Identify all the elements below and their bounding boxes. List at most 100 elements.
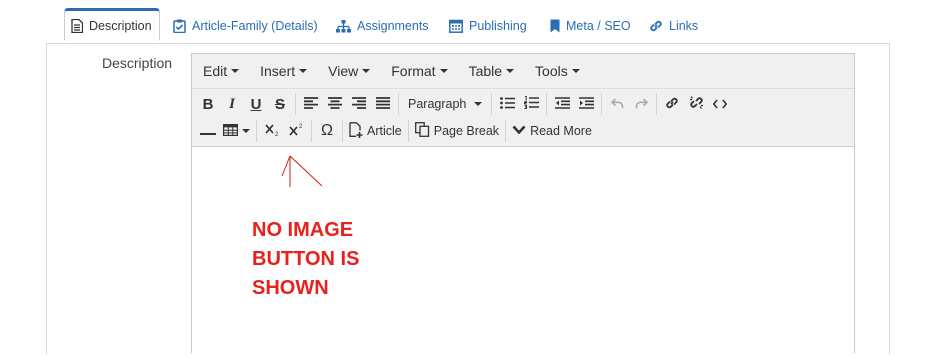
- table-button[interactable]: [220, 119, 253, 143]
- redo-button[interactable]: [629, 92, 653, 116]
- annotation-line: BUTTON IS: [252, 248, 360, 270]
- paragraph-format-select[interactable]: Paragraph: [402, 92, 488, 116]
- chevron-down-icon: [439, 69, 448, 73]
- subscript-icon: 2: [264, 123, 280, 139]
- arrow-up-icon: [281, 155, 323, 187]
- undo-icon: [610, 97, 624, 112]
- toolbar-divider: [491, 93, 492, 115]
- code-icon: [712, 97, 728, 112]
- tab-label: Publishing: [469, 19, 527, 33]
- clipboard-check-icon: [173, 19, 186, 33]
- superscript-icon: 2: [288, 123, 304, 139]
- menu-format[interactable]: Format: [380, 63, 457, 79]
- editor-toolbar: B I U S Paragraph 2 2 Ω Article Page Bre…: [192, 89, 854, 147]
- chevron-down-icon: [571, 69, 580, 73]
- chevron-down-icon: [506, 69, 515, 73]
- tab-links[interactable]: Links: [649, 8, 698, 44]
- copy-icon: [414, 122, 430, 140]
- file-plus-icon: [349, 121, 363, 141]
- remove-link-button[interactable]: [684, 92, 708, 116]
- tab-meta-seo[interactable]: Meta / SEO: [550, 8, 631, 44]
- indent-button[interactable]: [574, 92, 598, 116]
- outdent-button[interactable]: [550, 92, 574, 116]
- toolbar-divider: [342, 120, 343, 142]
- chevron-down-icon: [242, 129, 250, 133]
- horizontal-line-button[interactable]: [196, 119, 220, 143]
- undo-button[interactable]: [605, 92, 629, 116]
- numbered-list-icon: [523, 96, 539, 112]
- bullet-list-icon: [499, 96, 515, 112]
- source-code-button[interactable]: [708, 92, 732, 116]
- tab-bar: Description Article-Family (Details) Ass…: [46, 8, 888, 44]
- table-icon: [223, 123, 239, 139]
- editor-menubar: Edit Insert View Format Table Tools: [192, 54, 854, 89]
- align-justify-button[interactable]: [371, 92, 395, 116]
- tab-description[interactable]: Description: [64, 8, 160, 41]
- read-more-button[interactable]: Read More: [509, 119, 595, 143]
- toolbar-divider: [311, 120, 312, 142]
- underline-button[interactable]: U: [244, 92, 268, 116]
- menu-insert[interactable]: Insert: [249, 63, 317, 79]
- toolbar-divider: [656, 93, 657, 115]
- chevron-down-icon: [474, 102, 482, 106]
- insert-article-button[interactable]: Article: [346, 119, 405, 143]
- toolbar-divider: [407, 120, 409, 142]
- tab-label: Meta / SEO: [566, 19, 631, 33]
- chevron-down-icon: [299, 69, 308, 73]
- outdent-icon: [554, 96, 570, 112]
- numbered-list-button[interactable]: [519, 92, 543, 116]
- chevron-down-icon: [512, 124, 526, 138]
- bullet-list-button[interactable]: [495, 92, 519, 116]
- omega-icon: Ω: [321, 122, 333, 139]
- menu-tools[interactable]: Tools: [524, 63, 590, 79]
- svg-text:2: 2: [299, 124, 303, 130]
- bookmark-icon: [550, 19, 560, 33]
- link-icon: [649, 19, 663, 33]
- insert-link-button[interactable]: [660, 92, 684, 116]
- calendar-icon: [449, 19, 463, 33]
- subscript-button[interactable]: 2: [260, 119, 284, 143]
- tab-publishing[interactable]: Publishing: [449, 8, 527, 44]
- align-right-icon: [352, 96, 366, 112]
- align-left-button[interactable]: [299, 92, 323, 116]
- align-justify-icon: [376, 96, 390, 112]
- menu-view[interactable]: View: [317, 63, 380, 79]
- menu-table[interactable]: Table: [458, 63, 524, 79]
- unlink-icon: [689, 95, 704, 113]
- indent-icon: [578, 96, 594, 112]
- document-icon: [71, 18, 83, 33]
- special-character-button[interactable]: Ω: [315, 119, 339, 143]
- toolbar-divider: [256, 120, 257, 142]
- strikethrough-button[interactable]: S: [268, 92, 292, 116]
- toolbar-divider: [295, 93, 296, 115]
- tab-label: Assignments: [357, 19, 429, 33]
- page-break-button[interactable]: Page Break: [412, 119, 502, 143]
- toolbar-divider: [601, 93, 602, 115]
- chevron-down-icon: [362, 69, 371, 73]
- italic-button[interactable]: I: [220, 92, 244, 116]
- description-field-label: Description: [102, 55, 173, 71]
- align-left-icon: [304, 96, 318, 112]
- toolbar-divider: [546, 93, 547, 115]
- annotation-line: SHOWN: [252, 277, 329, 299]
- tab-label: Description: [89, 18, 152, 33]
- align-right-button[interactable]: [347, 92, 371, 116]
- rich-text-editor: Edit Insert View Format Table Tools B I …: [191, 53, 855, 357]
- toolbar-divider: [398, 93, 399, 115]
- toolbar-divider: [505, 120, 507, 142]
- superscript-button[interactable]: 2: [284, 119, 308, 143]
- tab-article-family[interactable]: Article-Family (Details): [173, 8, 318, 44]
- svg-text:2: 2: [275, 132, 279, 136]
- menu-edit[interactable]: Edit: [192, 63, 249, 79]
- align-center-icon: [328, 96, 342, 112]
- annotation-line: NO IMAGE: [252, 219, 354, 241]
- annotation-text: NO IMAGE BUTTON IS SHOWN: [252, 216, 359, 303]
- tab-assignments[interactable]: Assignments: [336, 8, 429, 44]
- link-icon: [665, 96, 679, 113]
- chevron-down-icon: [231, 69, 240, 73]
- tab-label: Links: [669, 19, 699, 33]
- align-center-button[interactable]: [323, 92, 347, 116]
- sitemap-icon: [336, 19, 351, 33]
- bold-button[interactable]: B: [196, 92, 220, 116]
- redo-icon: [635, 97, 648, 112]
